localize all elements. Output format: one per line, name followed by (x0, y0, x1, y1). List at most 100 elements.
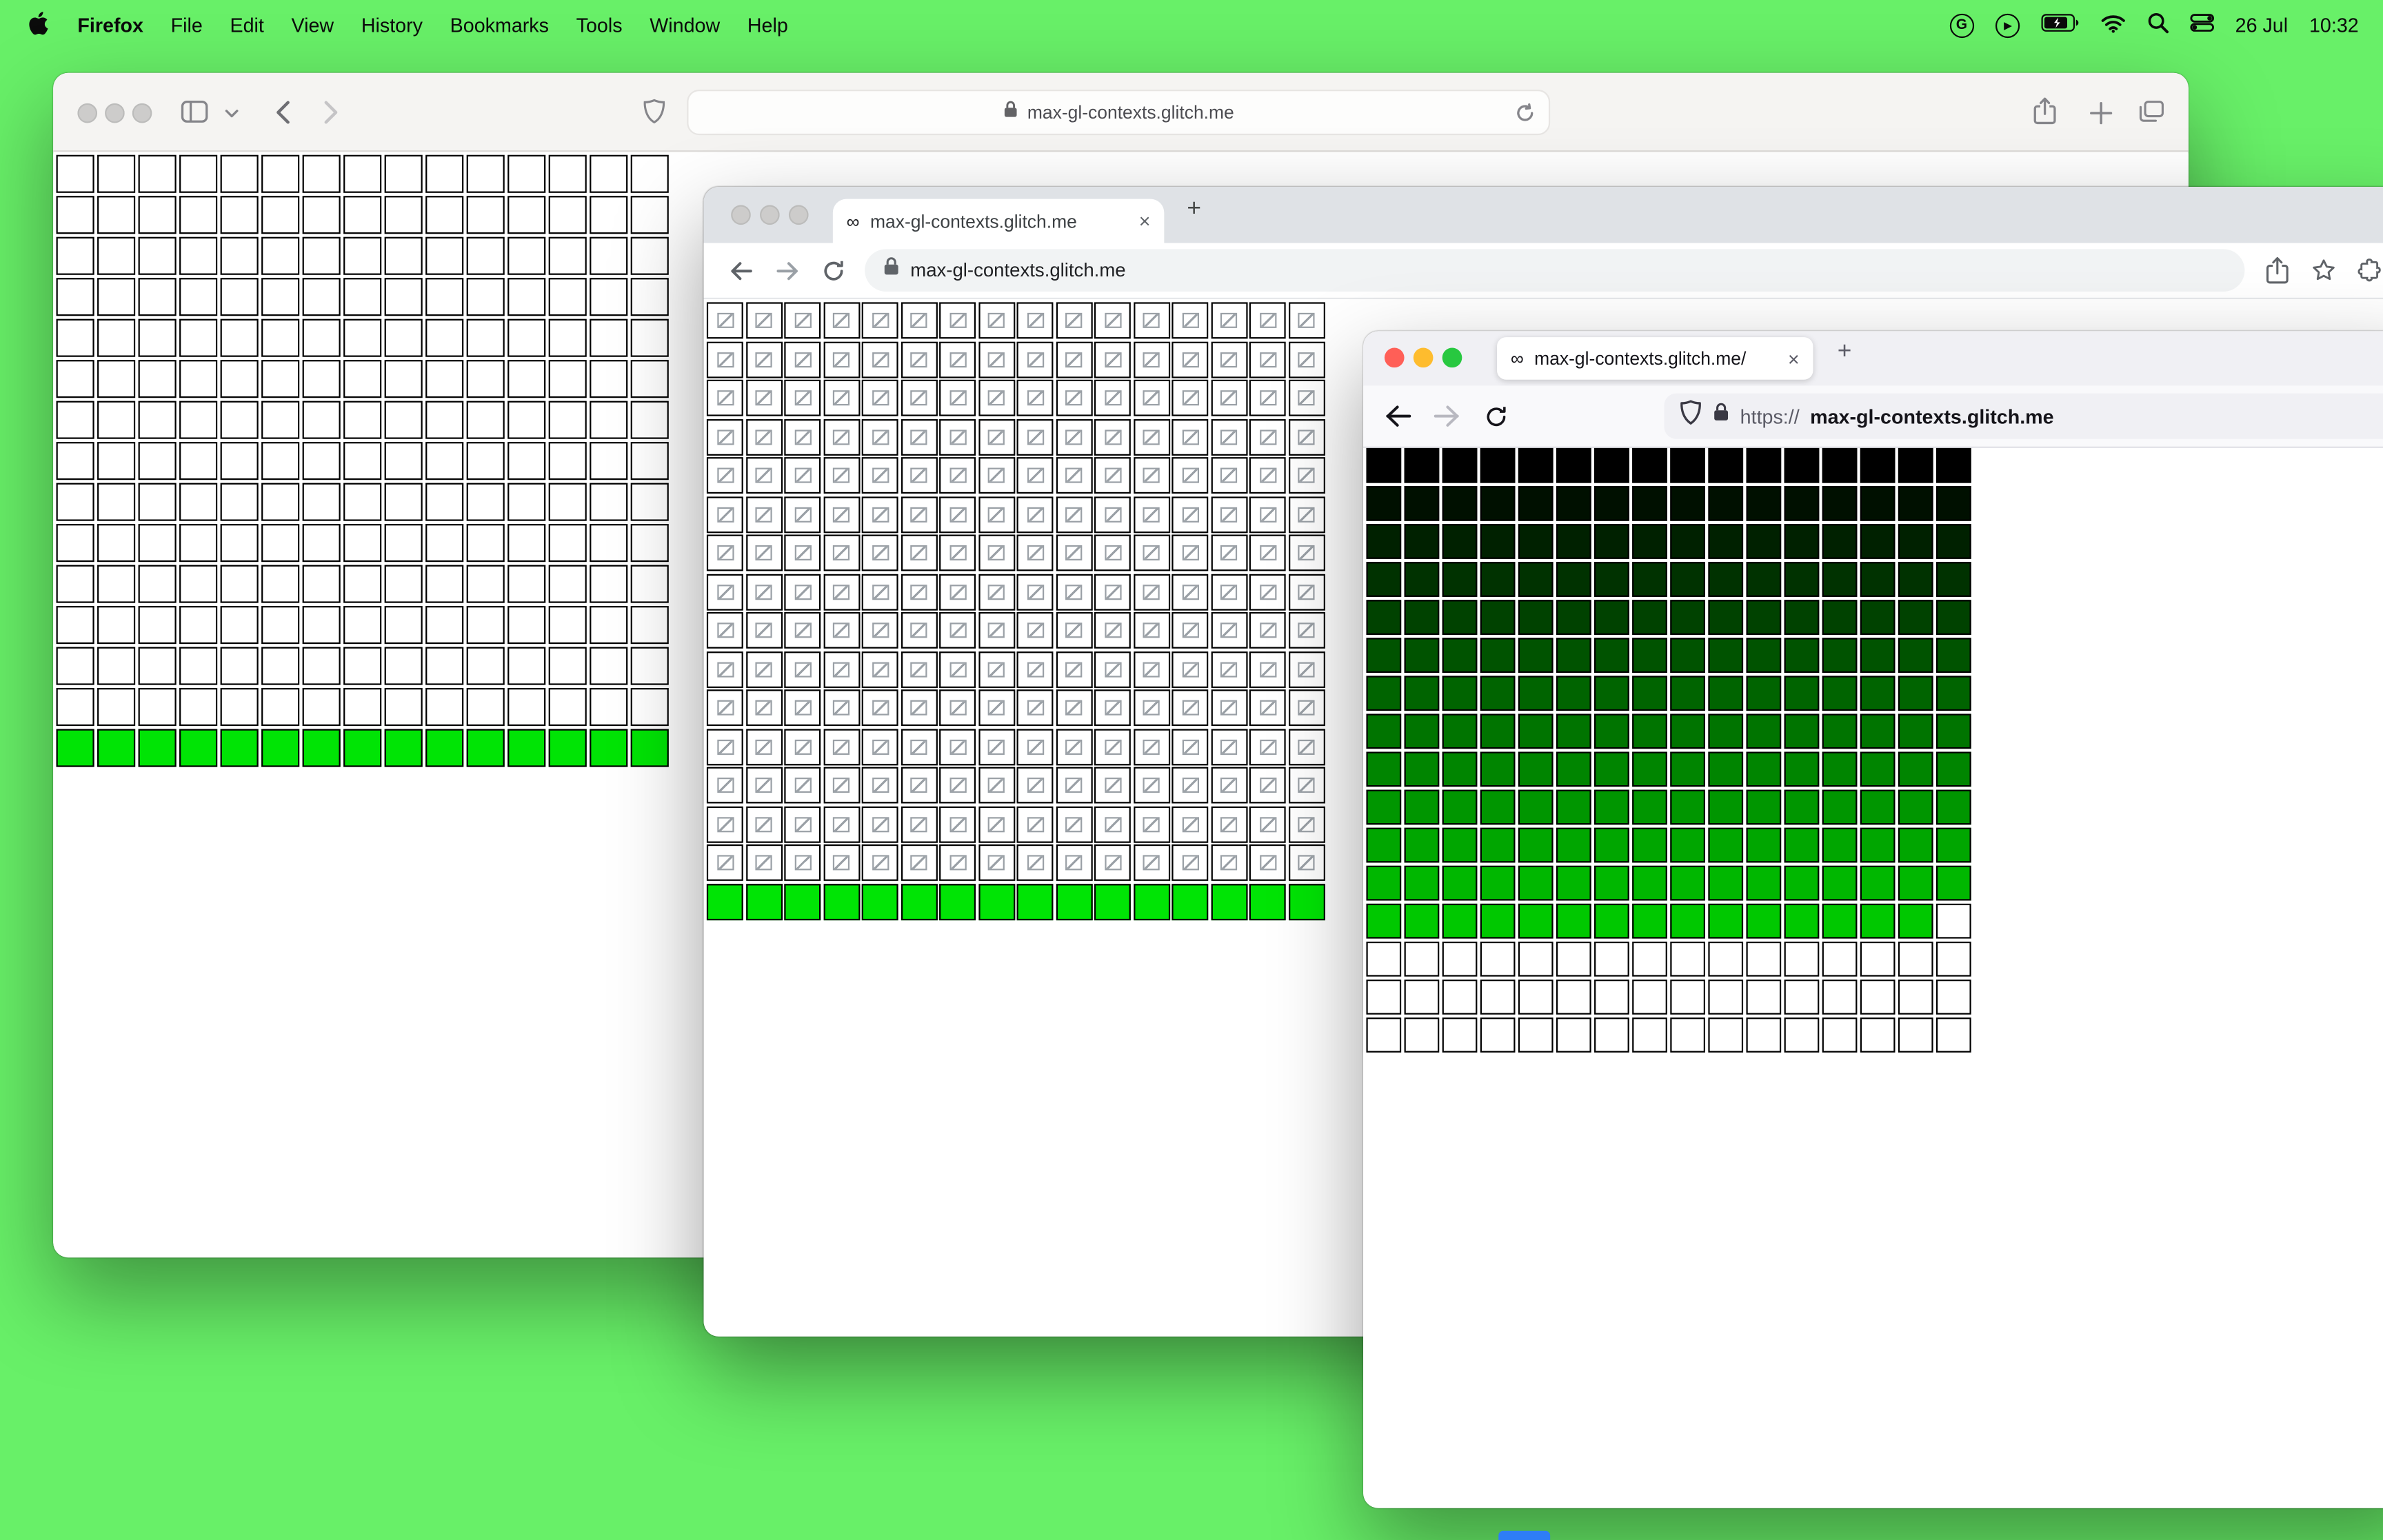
play-icon[interactable]: ▶ (1995, 12, 2020, 37)
wifi-icon[interactable] (2100, 13, 2125, 37)
grid-cell (1670, 1017, 1705, 1053)
grid-cell (343, 442, 382, 480)
new-tab-icon[interactable] (2090, 102, 2113, 125)
grid-cell (384, 524, 423, 563)
broken-image-icon (716, 661, 734, 677)
broken-image-icon (1220, 352, 1238, 367)
green-cell (900, 883, 937, 920)
chrome-active-tab[interactable]: ∞ max-gl-contexts.glitch.me × (832, 199, 1165, 243)
forward-icon[interactable] (323, 100, 339, 124)
control-center-icon[interactable] (2189, 14, 2214, 37)
address-bar[interactable]: max-gl-contexts.glitch.me (865, 249, 2245, 292)
broken-image-icon (1104, 622, 1121, 638)
chevron-down-icon[interactable] (225, 110, 239, 119)
apple-menu[interactable] (21, 10, 64, 40)
menubar-date[interactable]: 26 Jul (2235, 14, 2288, 37)
firefox-active-tab[interactable]: ∞ max-gl-contexts.glitch.me/ × (1497, 337, 1813, 380)
gradient-cell (1935, 638, 1971, 673)
broken-image-icon (794, 352, 811, 367)
broken-image-icon (1259, 467, 1276, 483)
gradient-cell (1632, 562, 1667, 597)
gradient-cell (1670, 865, 1705, 901)
grid-cell (823, 767, 860, 804)
address-bar[interactable]: max-gl-contexts.glitch.me (687, 89, 1551, 136)
menu-edit[interactable]: Edit (217, 14, 278, 37)
gradient-cell (1784, 638, 1820, 673)
grid-cell (384, 196, 423, 234)
gradient-cell (1480, 903, 1516, 939)
grid-cell (179, 278, 218, 316)
app-menu[interactable]: Firefox (64, 14, 157, 37)
battery-charging-icon[interactable] (2040, 14, 2079, 37)
grid-cell (784, 379, 821, 416)
grid-cell (548, 606, 587, 645)
address-bar[interactable]: https:// max-gl-contexts.glitch.me (1664, 393, 2383, 439)
menu-bookmarks[interactable]: Bookmarks (436, 14, 563, 37)
grid-cell (220, 688, 259, 727)
menu-history[interactable]: History (348, 14, 436, 37)
gradient-cell (1518, 486, 1554, 521)
forward-icon[interactable] (1433, 404, 1460, 428)
new-tab-button[interactable]: + (1838, 338, 1852, 366)
extensions-puzzle-icon[interactable] (2357, 259, 2382, 283)
bookmark-star-icon[interactable] (2311, 259, 2335, 283)
grid-cell (1055, 844, 1092, 881)
menu-file[interactable]: File (157, 14, 217, 37)
menubar-clock[interactable]: 10:32 (2309, 14, 2359, 37)
grid-cell (97, 318, 136, 357)
broken-image-icon (1143, 622, 1160, 638)
broken-image-icon (1143, 584, 1160, 600)
gradient-cell (1746, 562, 1782, 597)
gradient-cell (1632, 676, 1667, 711)
forward-icon[interactable] (775, 259, 801, 284)
menu-tools[interactable]: Tools (563, 14, 636, 37)
minimize-button[interactable] (760, 205, 780, 225)
broken-image-icon (1181, 429, 1198, 445)
close-tab-icon[interactable]: × (1139, 210, 1151, 232)
close-tab-icon[interactable]: × (1788, 347, 1800, 369)
reload-icon[interactable] (1485, 405, 1507, 428)
grid-cell (1016, 341, 1054, 378)
back-icon[interactable] (728, 259, 754, 284)
zoom-button[interactable] (1442, 347, 1462, 368)
back-icon[interactable] (1385, 404, 1412, 428)
back-icon[interactable] (275, 100, 290, 124)
grid-cell (630, 196, 669, 234)
reload-icon[interactable] (822, 260, 845, 283)
reload-icon[interactable] (1515, 103, 1535, 131)
broken-image-icon (910, 429, 927, 445)
broken-image-icon (1104, 429, 1121, 445)
close-button[interactable] (731, 205, 751, 225)
sidebar-icon[interactable] (181, 100, 208, 123)
spotlight-icon[interactable] (2147, 12, 2169, 38)
gradient-cell (1594, 676, 1629, 711)
grid-cell (1133, 805, 1170, 842)
zoom-button[interactable] (132, 103, 152, 123)
broken-image-icon (755, 622, 772, 638)
gradient-cell (1670, 827, 1705, 863)
share-icon[interactable] (2266, 256, 2289, 285)
broken-image-icon (872, 545, 889, 560)
menu-window[interactable]: Window (636, 14, 734, 37)
close-button[interactable] (1384, 347, 1405, 368)
gradient-cell (1480, 638, 1516, 673)
new-tab-button[interactable]: + (1187, 196, 1201, 223)
grid-cell (1249, 496, 1286, 533)
zoom-button[interactable] (788, 205, 809, 225)
minimize-button[interactable] (105, 103, 125, 123)
gradient-cell (1480, 447, 1516, 483)
green-cell (97, 729, 136, 767)
share-icon[interactable] (2033, 97, 2056, 126)
menu-view[interactable]: View (278, 14, 348, 37)
privacy-shield-icon[interactable] (643, 99, 665, 124)
grid-cell (939, 767, 976, 804)
close-button[interactable] (77, 103, 98, 123)
tab-overview-icon[interactable] (2138, 100, 2164, 123)
grid-cell (784, 496, 821, 533)
broken-image-icon (987, 584, 1005, 600)
grid-cell (900, 534, 937, 571)
g-badge-icon[interactable]: G (1949, 12, 1974, 37)
grid-cell (1016, 651, 1054, 687)
menu-help[interactable]: Help (734, 14, 802, 37)
minimize-button[interactable] (1413, 347, 1434, 368)
